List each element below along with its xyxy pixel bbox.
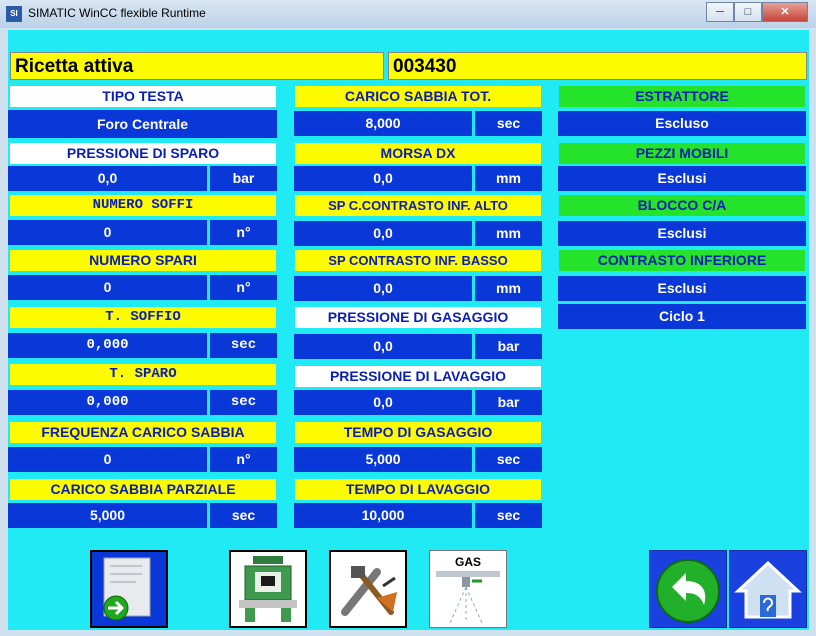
blocco-ca-value[interactable]: Esclusi [558, 221, 806, 246]
tipo-testa-value[interactable]: Foro Centrale [8, 110, 277, 138]
hmi-screen: Ricetta attiva 003430 TIPO TESTA Foro Ce… [8, 30, 809, 630]
sp-contrasto-basso-unit: mm [475, 276, 542, 301]
numero-soffi-unit: n° [210, 220, 277, 245]
sp-contrasto-alto-header: SP C.CONTRASTO INF. ALTO [295, 195, 541, 216]
sp-contrasto-alto-unit: mm [475, 221, 542, 246]
t-soffio-unit: sec [210, 333, 277, 358]
pressione-sparo-unit: bar [210, 166, 277, 191]
tipo-testa-header: TIPO TESTA [10, 86, 276, 107]
sp-contrasto-basso-header: SP CONTRASTO INF. BASSO [295, 250, 541, 271]
numero-spari-header: NUMERO SPARI [10, 250, 276, 271]
sp-contrasto-alto-value[interactable]: 0,0 [294, 221, 472, 246]
carico-parziale-header: CARICO SABBIA PARZIALE [10, 479, 276, 500]
carico-tot-unit: sec [475, 111, 542, 136]
gas-icon [436, 571, 500, 624]
home-button[interactable] [729, 550, 807, 628]
minimize-icon: ─ [716, 6, 724, 18]
numero-soffi-value[interactable]: 0 [8, 220, 207, 245]
numero-spari-value[interactable]: 0 [8, 275, 207, 300]
recipe-button[interactable] [90, 550, 168, 628]
tempo-lavaggio-unit: sec [475, 503, 542, 528]
t-sparo-header: T. SPARO [10, 364, 276, 385]
maximize-button[interactable]: □ [734, 2, 762, 22]
pressione-sparo-value[interactable]: 0,0 [8, 166, 207, 191]
carico-parziale-value[interactable]: 5,000 [8, 503, 207, 528]
carico-tot-header: CARICO SABBIA TOT. [295, 86, 541, 107]
carico-parziale-unit: sec [210, 503, 277, 528]
minimize-button[interactable]: ─ [706, 2, 734, 22]
window-title: SIMATIC WinCC flexible Runtime [28, 6, 206, 20]
t-soffio-header: T. SOFFIO [10, 307, 276, 328]
ciclo-value[interactable]: Ciclo 1 [558, 304, 806, 329]
active-recipe-value[interactable]: 003430 [388, 52, 807, 80]
home-icon [734, 560, 802, 619]
active-recipe-label: Ricetta attiva [10, 52, 384, 80]
numero-soffi-header: NUMERO SOFFI [10, 195, 276, 216]
machine-icon [239, 556, 297, 622]
back-arrow-icon [656, 559, 720, 623]
morsa-dx-value[interactable]: 0,0 [294, 166, 472, 191]
tempo-lavaggio-value[interactable]: 10,000 [294, 503, 472, 528]
frequenza-carico-unit: n° [210, 447, 277, 472]
tempo-gasaggio-unit: sec [475, 447, 542, 472]
machine-button[interactable] [229, 550, 307, 628]
t-sparo-unit: sec [210, 390, 277, 415]
pressione-gasaggio-value[interactable]: 0,0 [294, 334, 472, 359]
t-sparo-value[interactable]: 0,000 [8, 390, 207, 415]
maximize-icon: □ [744, 6, 752, 18]
numero-spari-unit: n° [210, 275, 277, 300]
back-button[interactable] [649, 550, 727, 628]
recipe-document-icon [103, 557, 151, 621]
blocco-ca-header: BLOCCO C/A [559, 195, 805, 216]
t-soffio-value[interactable]: 0,000 [8, 333, 207, 358]
close-button[interactable]: ✕ [762, 2, 808, 22]
estrattore-header: ESTRATTORE [559, 86, 805, 107]
contrasto-inferiore-value[interactable]: Esclusi [558, 276, 806, 301]
tools-button[interactable] [329, 550, 407, 628]
tools-icon [341, 566, 397, 616]
pezzi-mobili-value[interactable]: Esclusi [558, 166, 806, 191]
pezzi-mobili-header: PEZZI MOBILI [559, 143, 805, 164]
morsa-dx-header: MORSA DX [295, 143, 541, 164]
tempo-gasaggio-header: TEMPO DI GASAGGIO [295, 422, 541, 443]
pressione-lavaggio-value[interactable]: 0,0 [294, 390, 472, 415]
frequenza-carico-header: FREQUENZA CARICO SABBIA [10, 422, 276, 443]
pressione-lavaggio-unit: bar [475, 390, 542, 415]
carico-tot-value[interactable]: 8,000 [294, 111, 472, 136]
pressione-lavaggio-header: PRESSIONE DI LAVAGGIO [295, 366, 541, 387]
pressione-gasaggio-unit: bar [475, 334, 542, 359]
sp-contrasto-basso-value[interactable]: 0,0 [294, 276, 472, 301]
tempo-gasaggio-value[interactable]: 5,000 [294, 447, 472, 472]
gas-button[interactable]: GAS [429, 550, 507, 628]
contrasto-inferiore-header: CONTRASTO INFERIORE [559, 250, 805, 271]
morsa-dx-unit: mm [475, 166, 542, 191]
window-titlebar: SI SIMATIC WinCC flexible Runtime ─ □ ✕ [0, 0, 816, 28]
tempo-lavaggio-header: TEMPO DI LAVAGGIO [295, 479, 541, 500]
pressione-gasaggio-header: PRESSIONE DI GASAGGIO [295, 307, 541, 328]
estrattore-value[interactable]: Escluso [558, 111, 806, 136]
close-icon: ✕ [780, 6, 790, 18]
frequenza-carico-value[interactable]: 0 [8, 447, 207, 472]
pressione-sparo-header: PRESSIONE DI SPARO [10, 143, 276, 164]
app-icon: SI [6, 6, 22, 22]
